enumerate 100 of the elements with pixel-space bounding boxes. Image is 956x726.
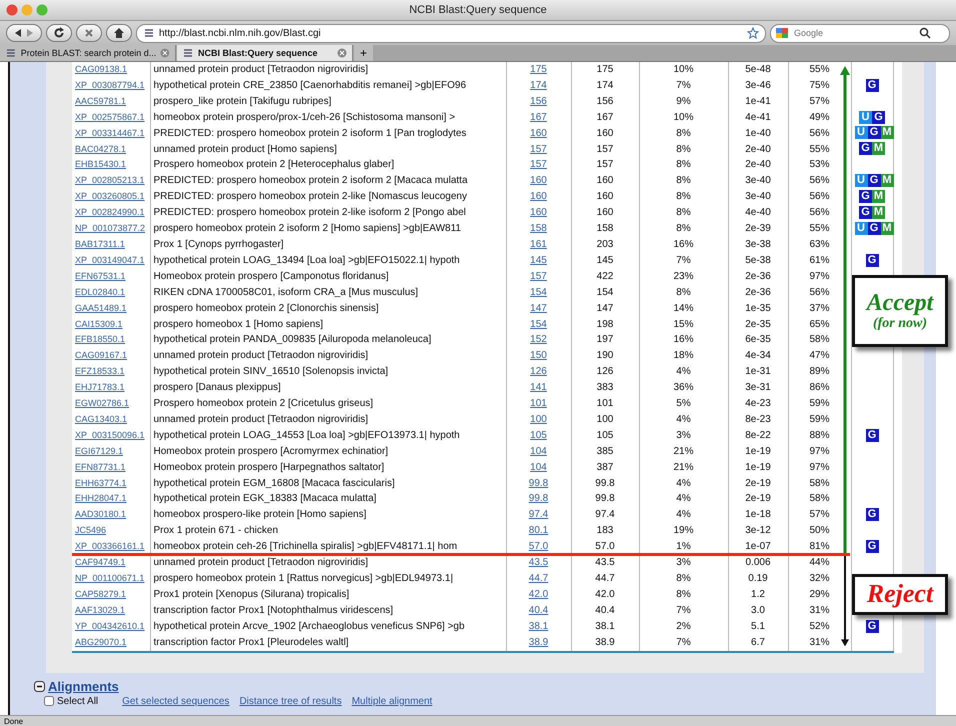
link-badge[interactable]: U — [854, 126, 868, 140]
max-score-link[interactable]: 160 — [530, 175, 547, 186]
accession-link[interactable]: CAI15309.1 — [75, 318, 123, 328]
link-badge[interactable]: U — [859, 110, 872, 124]
accession-link[interactable]: GAA51489.1 — [75, 302, 127, 313]
accession-link[interactable]: NP_001073877.2 — [75, 223, 146, 234]
accession-link[interactable]: XP_003366161.1 — [75, 541, 145, 552]
accession-link[interactable]: AAC59781.1 — [75, 96, 126, 106]
accession-link[interactable]: XP_003150096.1 — [75, 430, 145, 440]
accession-link[interactable]: XP_003314467.1 — [75, 128, 145, 138]
accession-link[interactable]: EHH28047.1 — [75, 493, 127, 504]
max-score-link[interactable]: 40.4 — [528, 604, 548, 616]
stop-button[interactable] — [76, 24, 102, 42]
max-score-link[interactable]: 101 — [530, 398, 547, 410]
accession-link[interactable]: XP_003087794.1 — [75, 80, 145, 90]
accession-link[interactable]: NP_001100671.1 — [75, 573, 144, 583]
action-link[interactable]: Distance tree of results — [239, 696, 342, 707]
link-badge[interactable]: G — [868, 126, 880, 140]
max-score-link[interactable]: 126 — [530, 366, 547, 378]
link-badge[interactable]: M — [880, 174, 894, 188]
max-score-link[interactable]: 42.0 — [528, 588, 548, 600]
max-score-link[interactable]: 156 — [530, 96, 547, 107]
link-badge[interactable]: G — [868, 174, 880, 188]
max-score-link[interactable]: 57.0 — [528, 541, 548, 552]
link-badge[interactable]: G — [859, 190, 872, 204]
max-score-link[interactable]: 145 — [530, 254, 547, 266]
select-all-checkbox[interactable] — [44, 696, 54, 706]
max-score-link[interactable]: 43.5 — [528, 557, 548, 568]
max-score-link[interactable]: 152 — [530, 334, 547, 346]
accession-link[interactable]: BAC04278.1 — [75, 144, 126, 154]
search-input[interactable]: Google — [792, 27, 916, 39]
window-controls[interactable] — [6, 4, 50, 16]
link-badge[interactable]: G — [859, 206, 872, 220]
max-score-link[interactable]: 99.8 — [528, 493, 548, 504]
max-score-link[interactable]: 175 — [530, 64, 547, 75]
max-score-link[interactable]: 150 — [530, 350, 547, 362]
action-link[interactable]: Get selected sequences — [122, 696, 230, 707]
max-score-link[interactable]: 160 — [530, 128, 547, 139]
accession-link[interactable]: ABG29070.1 — [75, 636, 127, 647]
max-score-link[interactable]: 157 — [530, 270, 547, 282]
max-score-link[interactable]: 157 — [530, 144, 547, 155]
max-score-link[interactable]: 38.9 — [528, 636, 548, 648]
accession-link[interactable]: XP_002805213.1 — [75, 175, 145, 186]
max-score-link[interactable]: 100 — [530, 414, 547, 425]
max-score-link[interactable]: 104 — [530, 446, 547, 457]
link-badge[interactable]: G — [859, 142, 872, 156]
link-badge[interactable]: G — [866, 254, 878, 267]
link-badge[interactable]: M — [872, 190, 885, 204]
max-score-link[interactable]: 174 — [530, 80, 547, 91]
accession-link[interactable]: EFN67531.1 — [75, 270, 126, 281]
home-button[interactable] — [106, 24, 132, 42]
accession-link[interactable]: XP_003260805.1 — [75, 191, 145, 202]
browser-tab[interactable]: NCBI Blast:Query sequence — [177, 45, 353, 61]
accession-link[interactable]: EDL02840.1 — [75, 286, 126, 297]
accession-link[interactable]: CAF94749.1 — [75, 557, 126, 568]
accession-link[interactable]: EFN87731.1 — [75, 462, 126, 472]
link-badge[interactable]: G — [866, 428, 878, 442]
accession-link[interactable]: AAF13029.1 — [75, 604, 126, 615]
link-badge[interactable]: U — [854, 174, 868, 188]
max-score-link[interactable]: 80.1 — [528, 525, 548, 536]
max-score-link[interactable]: 38.1 — [528, 620, 548, 632]
link-badge[interactable]: M — [872, 142, 885, 156]
search-field[interactable]: Google — [770, 24, 950, 42]
accession-link[interactable]: EGI67129.1 — [75, 446, 124, 456]
link-badge[interactable]: U — [854, 222, 868, 235]
max-score-link[interactable]: 160 — [530, 207, 547, 218]
accession-link[interactable]: BAB17311.1 — [75, 238, 125, 249]
link-badge[interactable]: G — [866, 508, 878, 522]
link-badge[interactable]: M — [880, 126, 894, 140]
back-button[interactable] — [6, 24, 42, 42]
accession-link[interactable]: EHB15430.1 — [75, 159, 126, 170]
accession-link[interactable]: CAP58279.1 — [75, 588, 126, 599]
max-score-link[interactable]: 99.8 — [528, 478, 548, 489]
max-score-link[interactable]: 158 — [530, 223, 547, 234]
link-badge[interactable]: G — [866, 540, 878, 554]
link-badge[interactable]: M — [872, 206, 885, 220]
accession-link[interactable]: JC5496 — [75, 525, 106, 536]
accession-link[interactable]: YP_004342610.1 — [75, 620, 145, 631]
max-score-link[interactable]: 104 — [530, 462, 547, 473]
accession-link[interactable]: AAD30180.1 — [75, 509, 126, 520]
accession-link[interactable]: EGW02786.1 — [75, 398, 130, 408]
accession-link[interactable]: CAG09138.1 — [75, 64, 128, 74]
address-field[interactable]: http://blast.ncbi.nlm.nih.gov/Blast.cgi — [136, 24, 766, 42]
browser-tab[interactable]: Protein BLAST: search protein d... — [0, 45, 176, 61]
accession-link[interactable]: EHH63774.1 — [75, 478, 127, 488]
reload-button[interactable] — [46, 24, 72, 42]
max-score-link[interactable]: 97.4 — [528, 509, 548, 520]
accession-link[interactable]: XP_003149047.1 — [75, 254, 145, 265]
max-score-link[interactable]: 167 — [530, 112, 547, 123]
link-badge[interactable]: G — [872, 110, 885, 124]
max-score-link[interactable]: 105 — [530, 430, 547, 441]
max-score-link[interactable]: 154 — [530, 286, 547, 298]
max-score-link[interactable]: 161 — [530, 238, 547, 250]
max-score-link[interactable]: 147 — [530, 302, 547, 314]
accession-link[interactable]: EHJ71783.1 — [75, 382, 125, 392]
max-score-link[interactable]: 154 — [530, 318, 547, 330]
max-score-link[interactable]: 160 — [530, 191, 547, 202]
accession-link[interactable]: CAG13403.1 — [75, 414, 128, 424]
accession-link[interactable]: EFZ18533.1 — [75, 366, 125, 376]
alignments-link[interactable]: Alignments — [48, 678, 119, 694]
